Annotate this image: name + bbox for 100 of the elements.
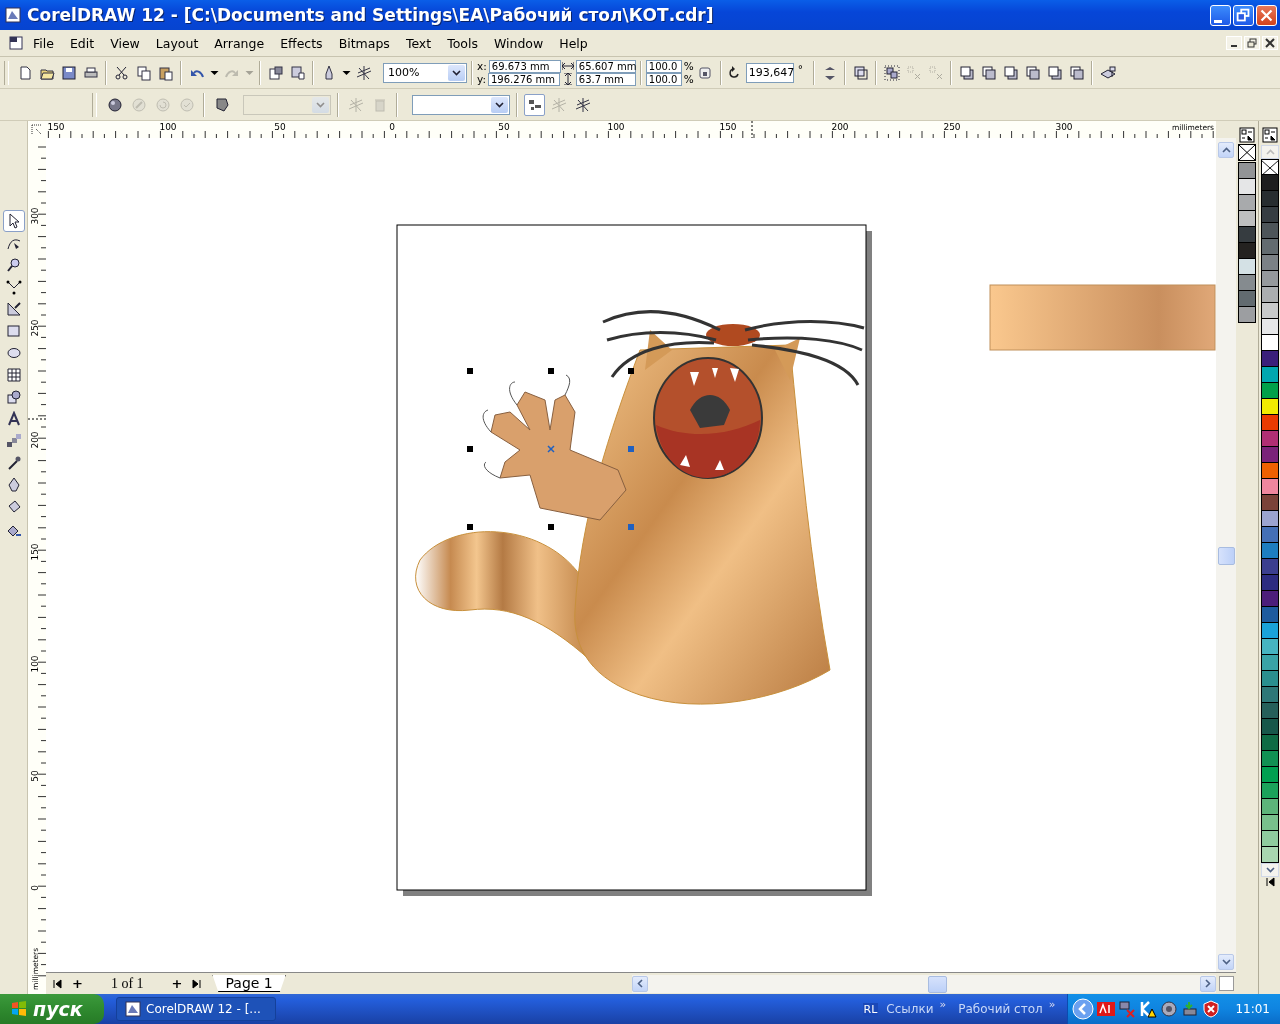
arrow-pointer-tool[interactable] [2, 210, 25, 232]
color-swatch[interactable] [1261, 719, 1279, 735]
color-swatch[interactable] [1239, 275, 1255, 291]
color-swatch[interactable] [1261, 591, 1279, 607]
color-swatch[interactable] [1239, 307, 1255, 322]
color-swatch[interactable] [1239, 163, 1255, 179]
color-swatch[interactable] [1239, 179, 1255, 195]
menu-item[interactable]: Edit [60, 35, 102, 51]
color-swatch[interactable] [1261, 623, 1279, 639]
color-swatch[interactable] [1261, 639, 1279, 655]
more-chevron[interactable]: » [939, 997, 947, 1011]
color-swatch[interactable] [1261, 431, 1279, 447]
color-swatch[interactable] [1261, 367, 1279, 383]
palette-end-icon[interactable] [1265, 877, 1275, 887]
more-chevron[interactable]: » [1048, 997, 1056, 1011]
color-swatch[interactable] [1239, 243, 1255, 259]
close-button[interactable] [1256, 4, 1277, 26]
color-swatch[interactable] [1261, 767, 1279, 783]
color-swatch[interactable] [1261, 847, 1279, 863]
color-swatch[interactable] [1261, 783, 1279, 799]
color-swatch[interactable] [1261, 223, 1279, 239]
scroll-up-button[interactable] [1218, 142, 1234, 158]
scroll-down-button[interactable] [1218, 954, 1234, 970]
scroll-right-button[interactable] [1200, 975, 1216, 992]
color-swatch[interactable] [1261, 287, 1279, 303]
menu-item[interactable]: Window [484, 35, 551, 51]
color-swatch[interactable] [1239, 211, 1255, 227]
color-swatch[interactable] [1261, 703, 1279, 719]
color-swatch[interactable] [1261, 527, 1279, 543]
scroll-down-button[interactable] [1261, 863, 1279, 877]
zoom-combo[interactable]: 100% [383, 62, 467, 83]
color-swatch[interactable] [1261, 607, 1279, 623]
color-swatch[interactable] [1261, 463, 1279, 479]
language-indicator[interactable]: RL [862, 1002, 879, 1016]
color-swatch[interactable] [1261, 415, 1279, 431]
color-swatch[interactable] [1261, 479, 1279, 495]
color-swatch[interactable] [1261, 687, 1279, 703]
tray-icon[interactable] [1181, 1000, 1200, 1018]
first-page-icon[interactable] [52, 978, 62, 989]
color-swatch[interactable] [1261, 303, 1279, 319]
menu-item[interactable]: Tools [438, 35, 485, 51]
color-swatch[interactable] [1261, 655, 1279, 671]
add-page-button[interactable]: + [171, 976, 183, 991]
close-button[interactable] [1262, 36, 1278, 50]
drawing-canvas[interactable] [46, 138, 1216, 972]
position-field[interactable]: 69.673 mm [488, 59, 561, 73]
color-swatch[interactable] [1261, 511, 1279, 527]
size-field[interactable]: 65.607 mm [575, 59, 636, 73]
menu-item[interactable]: Layout [146, 35, 206, 51]
menu-item[interactable]: Arrange [205, 35, 272, 51]
start-button[interactable]: пуск [0, 994, 104, 1024]
minimize-button[interactable] [1226, 36, 1242, 50]
scale-field[interactable]: 100.0 [645, 59, 682, 73]
expand-tray-icon[interactable] [1072, 998, 1095, 1020]
restore-button[interactable] [1244, 36, 1260, 50]
minimize-button[interactable] [1210, 4, 1231, 26]
scroll-thumb[interactable] [1217, 547, 1235, 565]
color-swatch[interactable] [1261, 335, 1279, 351]
color-swatch[interactable] [1261, 191, 1279, 207]
scroll-thumb[interactable] [928, 975, 947, 993]
color-swatch[interactable] [1261, 815, 1279, 831]
dropdown-field[interactable] [412, 94, 510, 115]
color-swatch[interactable] [1261, 319, 1279, 335]
speaker-icon[interactable] [1160, 1000, 1179, 1018]
color-swatch[interactable] [1261, 495, 1279, 511]
last-page-icon[interactable] [192, 978, 203, 989]
color-swatch[interactable] [1261, 751, 1279, 767]
cat-drawing[interactable] [415, 310, 866, 705]
color-swatch[interactable] [1261, 399, 1279, 415]
taskbar-toolbar-label[interactable]: Рабочий стол [958, 1002, 1043, 1016]
no-color-swatch[interactable] [1238, 144, 1256, 161]
color-swatch[interactable] [1261, 447, 1279, 463]
restore-button[interactable] [1233, 4, 1254, 26]
color-swatch[interactable] [1261, 543, 1279, 559]
menu-item[interactable]: File [24, 35, 61, 51]
color-swatch[interactable] [1261, 255, 1279, 271]
vertical-scrollbar[interactable] [1216, 138, 1236, 972]
color-swatch[interactable] [1261, 239, 1279, 255]
color-swatch[interactable] [1239, 259, 1255, 275]
page-tab[interactable]: Page 1 [212, 975, 286, 992]
tray-icon[interactable] [1097, 1002, 1116, 1016]
color-swatch[interactable] [1261, 351, 1279, 367]
color-swatch[interactable] [1261, 831, 1279, 847]
color-swatch[interactable] [1261, 799, 1279, 815]
color-swatch[interactable] [1261, 671, 1279, 687]
color-swatch[interactable] [1239, 195, 1255, 211]
color-swatch[interactable] [1261, 735, 1279, 751]
taskbar-button[interactable]: CorelDRAW 12 - [... [116, 997, 276, 1021]
color-swatch[interactable] [1261, 383, 1279, 399]
color-swatch[interactable] [1261, 559, 1279, 575]
menu-item[interactable]: View [101, 35, 147, 51]
taskbar-toolbar-label[interactable]: Ссылки [886, 1002, 934, 1016]
security-shield-icon[interactable] [1202, 1000, 1221, 1018]
scroll-left-button[interactable] [632, 975, 648, 992]
color-swatch[interactable] [1261, 575, 1279, 591]
add-page-button[interactable]: + [72, 976, 83, 991]
menu-item[interactable]: Bitmaps [329, 35, 397, 51]
color-swatch[interactable] [1261, 207, 1279, 223]
navigator-button[interactable] [1219, 976, 1234, 991]
color-swatch[interactable] [1239, 291, 1255, 307]
